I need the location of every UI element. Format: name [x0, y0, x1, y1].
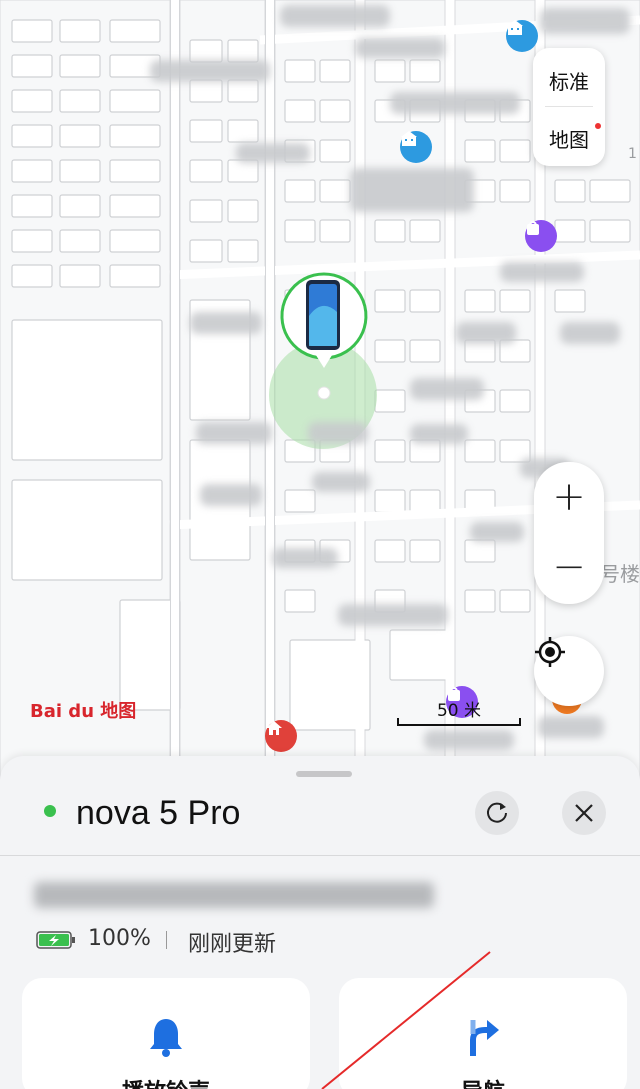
refresh-button[interactable] — [475, 791, 519, 835]
map-view[interactable]: 号楼 1 标准 地图 + − Bai du 地图 50 米 — [0, 0, 640, 780]
close-button[interactable] — [562, 791, 606, 835]
separator — [166, 931, 167, 949]
device-info-sheet: nova 5 Pro 100% 刚刚更新 — [0, 756, 640, 1089]
blurred-label — [280, 5, 390, 27]
online-status-dot — [44, 805, 56, 817]
road-label-fragment: 1 — [628, 146, 637, 162]
blurred-label — [424, 730, 514, 750]
blurred-label — [456, 322, 516, 344]
blurred-address — [34, 882, 434, 908]
blurred-label — [560, 322, 620, 344]
blurred-label — [500, 262, 584, 282]
blurred-label — [190, 312, 262, 334]
layer-map-button[interactable]: 地图 — [533, 124, 605, 153]
blurred-label — [538, 716, 604, 738]
blurred-label — [355, 38, 445, 58]
divider — [0, 855, 640, 856]
map-scale: 50 米 — [397, 696, 521, 726]
device-location-marker[interactable] — [276, 268, 372, 400]
zoom-out-button[interactable]: − — [534, 532, 604, 602]
battery-percentage: 100% — [88, 926, 151, 951]
blurred-label — [200, 484, 262, 506]
refresh-icon — [487, 802, 507, 823]
close-icon — [575, 804, 593, 822]
baidu-map-logo: Bai du 地图 — [30, 701, 137, 722]
blurred-label — [410, 378, 484, 400]
blurred-label — [272, 548, 338, 568]
blurred-label — [350, 168, 474, 212]
map-layer-selector: 标准 地图 — [533, 48, 605, 166]
crosshair-icon — [535, 637, 565, 667]
road-label: 号楼 — [600, 562, 640, 586]
blurred-label — [338, 604, 448, 626]
blurred-label — [308, 422, 368, 444]
blurred-label — [236, 143, 310, 163]
battery-icon — [36, 931, 75, 949]
drag-handle[interactable] — [296, 771, 352, 777]
navigate-button[interactable]: 导航 — [339, 978, 627, 1089]
bell-icon — [150, 1019, 182, 1057]
play-sound-button[interactable]: 播放铃声 — [22, 978, 310, 1089]
blurred-label — [312, 472, 370, 492]
blurred-label — [470, 522, 524, 542]
notification-dot — [595, 123, 601, 129]
poi-building-icon[interactable] — [506, 20, 538, 52]
poi-home-icon[interactable] — [265, 720, 297, 752]
divider — [545, 106, 593, 107]
poi-building-icon[interactable] — [400, 131, 432, 163]
update-status: 刚刚更新 — [188, 932, 277, 957]
locate-button[interactable] — [534, 636, 604, 706]
blurred-label — [390, 92, 520, 114]
find-device-screen: 号楼 1 标准 地图 + − Bai du 地图 50 米 nova 5 Pro… — [0, 0, 640, 1089]
zoom-in-button[interactable]: + — [534, 462, 604, 532]
blurred-label — [196, 422, 272, 444]
blurred-label — [410, 424, 468, 444]
layer-standard-button[interactable]: 标准 — [533, 66, 605, 95]
zoom-control: + − — [534, 462, 604, 604]
navigation-arrow-icon — [470, 1020, 499, 1056]
blurred-label — [150, 60, 270, 82]
play-sound-label: 播放铃声 — [22, 1074, 310, 1089]
navigate-label: 导航 — [339, 1074, 627, 1089]
device-name: nova 5 Pro — [76, 794, 241, 832]
blurred-label — [540, 8, 630, 34]
scale-bar — [397, 718, 521, 726]
poi-shop-icon[interactable] — [525, 220, 557, 252]
